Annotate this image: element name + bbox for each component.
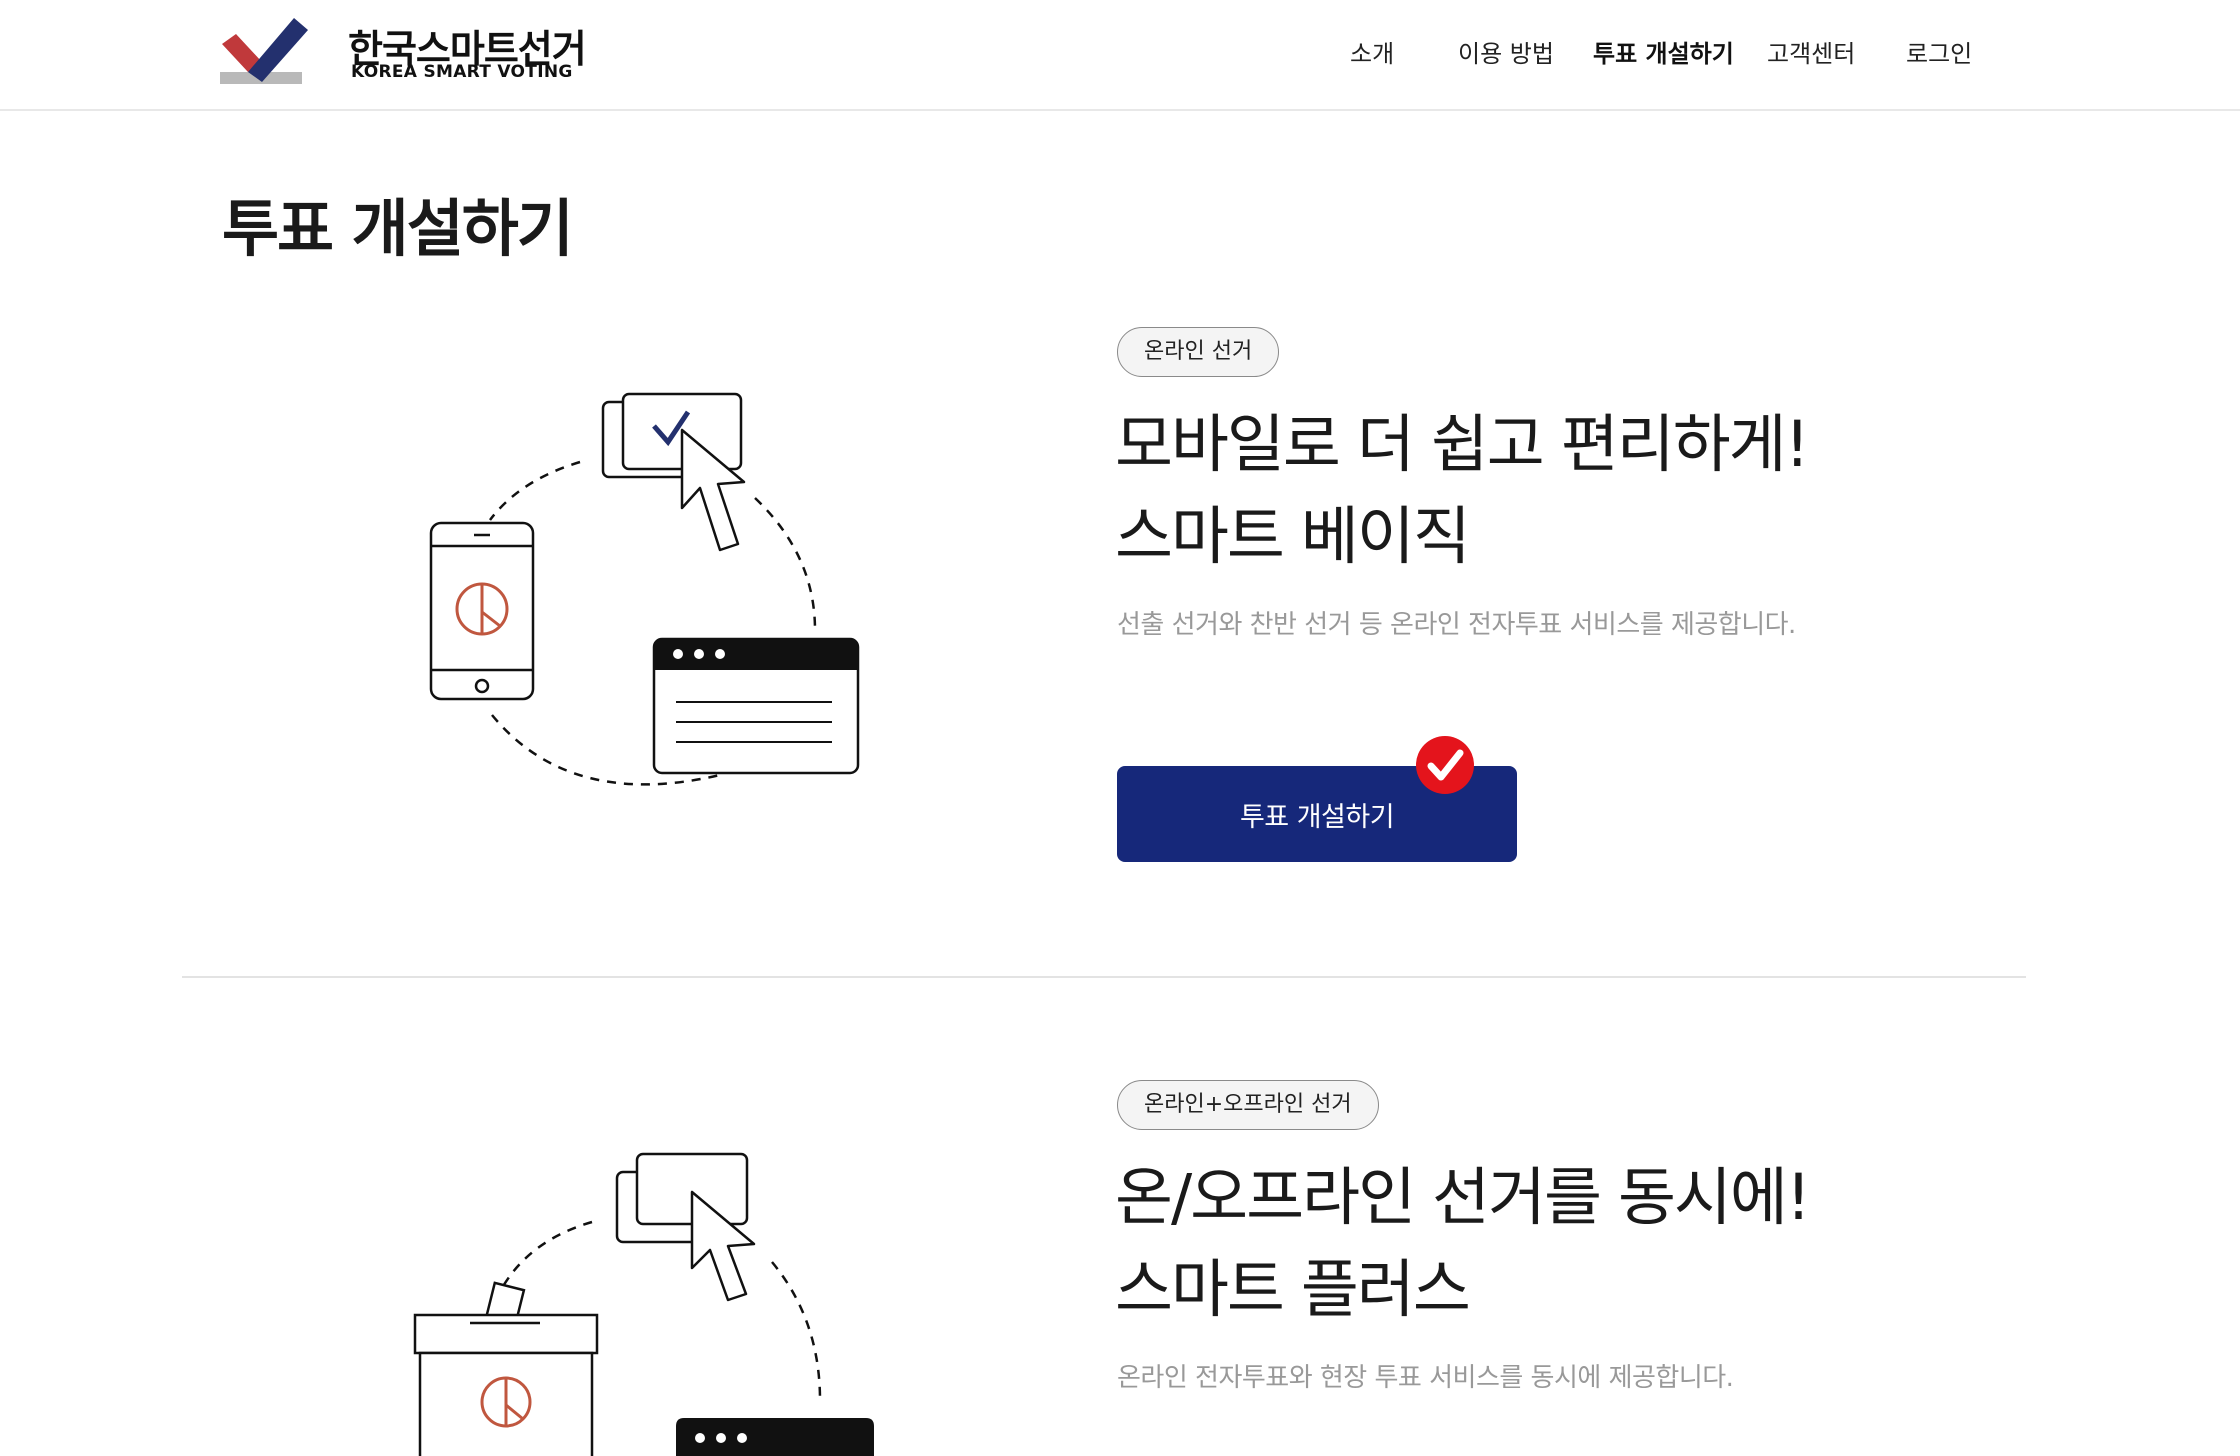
nav-item-login[interactable]: 로그인 <box>1906 34 1972 69</box>
section-headline-line1: 모바일로 더 쉽고 편리하게! <box>1115 408 1810 481</box>
section-badge-online: 온라인 선거 <box>1117 327 1280 377</box>
phone-icon <box>429 521 535 701</box>
browser-window-icon <box>652 637 860 775</box>
section-badge-hybrid: 온라인+오프라인 선거 <box>1117 1080 1379 1130</box>
section2-headline-line1: 온/오프라인 선거를 동시에! <box>1115 1161 1811 1234</box>
browser-window-icon <box>676 1418 874 1456</box>
section2-headline-line2: 스마트 플러스 <box>1115 1253 1471 1326</box>
nav-item-about[interactable]: 소개 <box>1350 34 1394 69</box>
nav-item-how-to-use[interactable]: 이용 방법 <box>1458 34 1554 69</box>
ballot-box-icon <box>413 1281 599 1456</box>
nav-item-create-vote[interactable]: 투표 개설하기 <box>1593 34 1734 69</box>
online-voting-illustration <box>429 392 860 786</box>
section-divider <box>182 976 2026 978</box>
section-headline-line2: 스마트 베이직 <box>1115 500 1471 573</box>
site-header: 한국스마트선거 KOREA SMART VOTING 소개 이용 방법 투표 개… <box>0 0 2240 111</box>
section2-description: 온라인 전자투표와 현장 투표 서비스를 동시에 제공합니다. <box>1117 1363 1734 1393</box>
section-description: 선출 선거와 찬반 선거 등 온라인 전자투표 서비스를 제공합니다. <box>1117 610 1796 640</box>
main-nav: 소개 이용 방법 투표 개설하기 고객센터 로그인 <box>0 34 2240 74</box>
check-badge-icon <box>1416 736 1474 794</box>
nav-item-support[interactable]: 고객센터 <box>1767 34 1855 69</box>
hybrid-voting-illustration <box>413 1152 874 1456</box>
page-title: 투표 개설하기 <box>222 192 574 265</box>
